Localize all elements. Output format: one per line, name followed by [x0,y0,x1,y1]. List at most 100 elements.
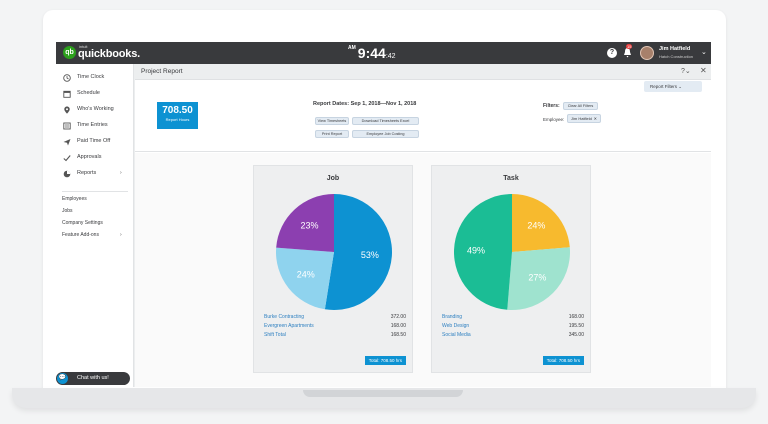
employee-job-costing-button[interactable]: Employee Job Costing [352,130,419,138]
sidebar-item-employees[interactable]: Employees [62,196,87,202]
clock-seconds: :42 [385,53,396,60]
sidebar-item-label: Paid Time Off [77,138,111,144]
view-timesheets-button[interactable]: View Timesheets [315,117,349,125]
legend-name[interactable]: Shift Total [264,332,286,338]
report-dates: Report Dates: Sep 1, 2018—Nov 1, 2018 [313,101,417,107]
report-filters-button[interactable]: Report Filters ⌄ [644,81,702,92]
slice-percent-label: 23% [301,221,319,231]
sidebar-item-label: Approvals [77,154,102,160]
sidebar-item-approvals[interactable]: Approvals [56,151,134,165]
calendar-icon [63,90,71,98]
app-screen: qb intuit quickbooks. AM 9:44:42 ? 15 Jim… [56,42,711,387]
chart-title: Task [503,175,519,182]
sidebar: Time Clock Schedule Who's Working Time E… [56,64,134,387]
list-icon [63,122,71,130]
sidebar-item-reports[interactable]: Reports › [56,167,134,181]
slice-percent-label: 24% [527,221,545,231]
print-report-button[interactable]: Print Report [315,130,349,138]
avatar[interactable] [640,46,654,60]
task-pie-chart: 24% 27% 49% [454,194,570,310]
report-hours-value: 708.50 [162,105,193,116]
filters-label: Filters: [543,103,560,109]
chevron-down-icon[interactable]: ⌄ [701,48,707,56]
laptop-notch [303,390,463,397]
user-name[interactable]: Jim Hatfield [659,46,690,52]
sidebar-item-label: Schedule [77,90,100,96]
clear-filters-button[interactable]: Clear All Filters [563,102,598,110]
plane-icon [63,139,71,146]
sidebar-item-schedule[interactable]: Schedule [56,87,134,101]
sidebar-item-label: Reports [77,170,97,176]
sidebar-item-label: Feature Add-ons [62,232,99,238]
chevron-right-icon: › [120,170,122,176]
report-hours-card: 708.50 Report Hours [157,102,198,129]
check-icon [63,155,71,162]
sidebar-item-jobs[interactable]: Jobs [62,208,73,214]
employee-label: Employee: [543,117,565,122]
legend-name[interactable]: Burke Contracting [264,314,304,320]
chart-title: Job [326,175,340,182]
report-summary: 708.50 Report Hours Report Dates: Sep 1,… [135,92,711,152]
brand-name[interactable]: quickbooks. [78,48,140,60]
employee-filter-chip[interactable]: Jim Hatfield ✕ [567,114,601,123]
legend-value: 168.00 [390,323,406,329]
total-badge: Total: 708.50 hrs [542,356,584,365]
total-badge: Total: 708.50 hrs [364,356,406,365]
sidebar-item-time-clock[interactable]: Time Clock [56,71,134,85]
top-bar: qb intuit quickbooks. AM 9:44:42 ? 15 Jim… [56,42,711,64]
user-company: Hatch Construction [659,54,694,59]
legend-row: Branding 168.00 [442,314,584,323]
legend-value: 372.00 [390,314,406,320]
legend-name[interactable]: Evergreen Apartments [264,323,314,329]
report-filters-label: Report Filters [650,84,678,89]
legend-row: Burke Contracting 372.00 [264,314,406,323]
sidebar-item-whos-working[interactable]: Who's Working [56,103,134,117]
legend-value: 168.00 [568,314,584,320]
sidebar-divider [62,191,128,192]
slice-percent-label: 53% [361,250,379,260]
close-icon[interactable]: ✕ [700,66,707,75]
pie-slice-0[interactable] [324,194,392,310]
location-pin-icon [64,106,70,114]
slice-percent-label: 27% [528,272,546,282]
help-menu-icon[interactable]: ?⌄ [681,67,691,75]
main-panel: Project Report ?⌄ ✕ Report Filters ⌄ 708… [135,64,711,387]
legend-name[interactable]: Web Design [442,323,469,329]
sidebar-item-paid-time-off[interactable]: Paid Time Off [56,135,134,149]
legend-value: 168.50 [390,332,406,338]
report-content: Job 53% 24% 23% Burke Contracting 372.00 Ev… [135,153,711,387]
job-pie-chart: 53% 24% 23% [276,194,392,310]
legend-value: 195.50 [568,323,584,329]
chat-button[interactable]: 💬 Chat with us! [56,372,130,385]
legend-name[interactable]: Social Media [442,332,471,338]
help-icon[interactable]: ? [607,48,617,58]
legend-row: Shift Total 168.50 [264,332,406,341]
sidebar-item-label: Time Entries [77,122,108,128]
chevron-down-icon: ⌄ [678,84,683,89]
sidebar-item-label: Time Clock [77,74,105,80]
clock-ampm: AM [348,45,356,51]
download-timesheets-button[interactable]: Download Timesheets Excel [352,117,419,125]
sidebar-item-time-entries[interactable]: Time Entries [56,119,134,133]
job-chart-card: Job 53% 24% 23% Burke Contracting 372.00 Ev… [253,165,413,373]
chat-bubble-icon: 💬 [57,373,68,384]
task-chart-card: Task 24% 27% 49% Branding 168.00 Web Design… [431,165,591,373]
sidebar-item-label: Who's Working [77,106,114,112]
legend-name[interactable]: Branding [442,314,462,320]
chevron-right-icon: › [120,232,122,238]
chat-label: Chat with us! [77,375,109,381]
remove-filter-icon[interactable]: ✕ [594,115,597,122]
page-header: Project Report ?⌄ ✕ [135,64,711,80]
sidebar-item-company-settings[interactable]: Company Settings [62,220,103,226]
legend-row: Evergreen Apartments 168.00 [264,323,406,332]
legend-value: 345.00 [568,332,584,338]
pie-icon [63,170,71,178]
report-hours-label: Report Hours [165,117,190,122]
legend-row: Social Media 345.00 [442,332,584,341]
quickbooks-logo-icon[interactable]: qb [63,46,76,59]
sidebar-item-feature-add-ons[interactable]: Feature Add-ons › [62,232,128,238]
slice-percent-label: 49% [467,246,485,256]
clock-time: 9:44 [357,45,386,61]
legend-row: Web Design 195.50 [442,323,584,332]
slice-percent-label: 24% [297,269,315,279]
